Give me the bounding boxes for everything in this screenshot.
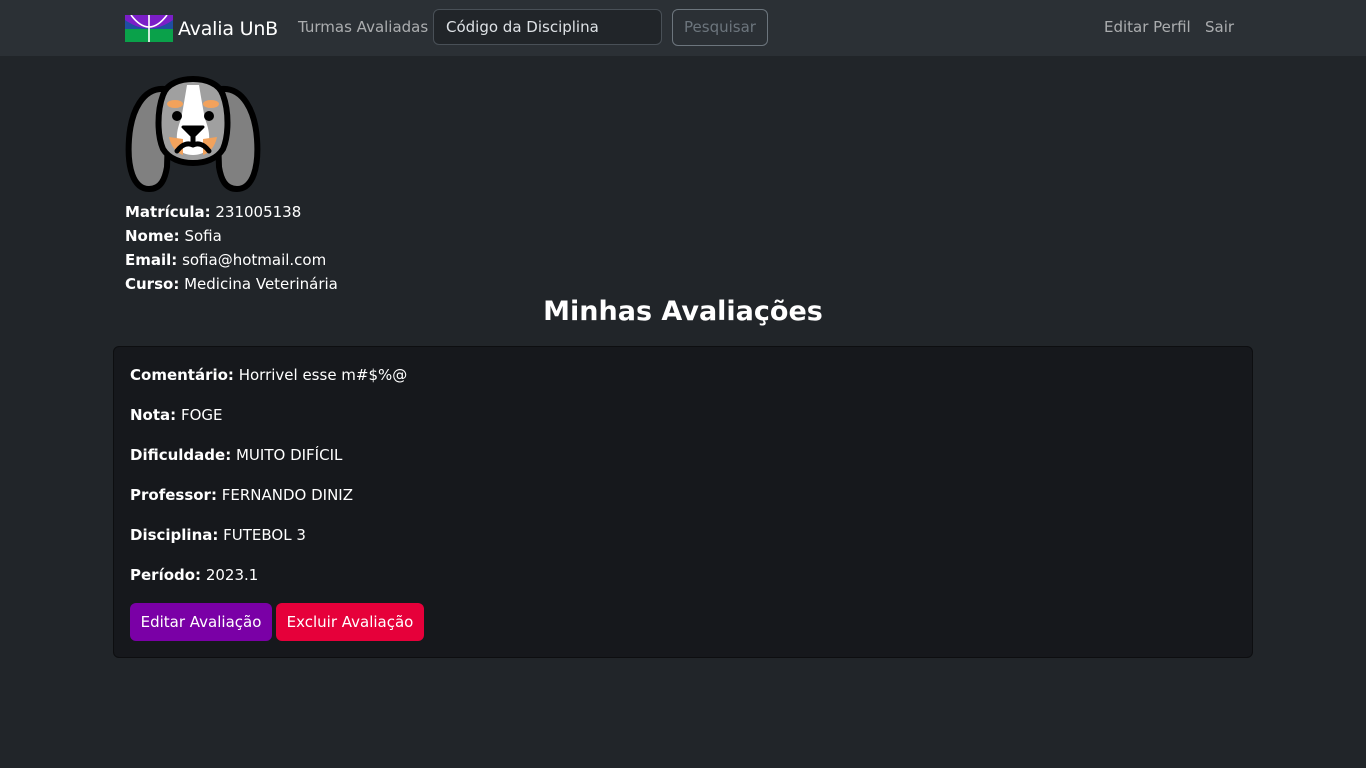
delete-review-button[interactable]: Excluir Avaliação <box>276 603 424 641</box>
review-periodo-label: Período: <box>130 566 202 584</box>
profile-nome: Nome: Sofia <box>125 226 222 246</box>
review-comentario: Comentário: Horrivel esse m#$%@ <box>130 365 407 385</box>
nav-turmas-avaliadas[interactable]: Turmas Avaliadas <box>298 18 428 37</box>
review-dificuldade: Dificuldade: MUITO DIFÍCIL <box>130 445 342 465</box>
profile-nome-label: Nome: <box>125 227 180 245</box>
profile-email-value: sofia@hotmail.com <box>182 251 327 269</box>
profile-curso: Curso: Medicina Veterinária <box>125 274 338 294</box>
review-professor: Professor: FERNANDO DINIZ <box>130 485 353 505</box>
navbar: Avalia UnB Turmas Avaliadas Código da Di… <box>0 0 1366 56</box>
review-dificuldade-label: Dificuldade: <box>130 446 232 464</box>
review-nota: Nota: FOGE <box>130 405 222 425</box>
review-professor-label: Professor: <box>130 486 217 504</box>
profile-matricula: Matrícula: 231005138 <box>125 202 301 222</box>
brand[interactable]: Avalia UnB <box>125 15 278 42</box>
nav-edit-profile[interactable]: Editar Perfil <box>1104 18 1191 37</box>
review-disciplina-label: Disciplina: <box>130 526 219 544</box>
review-dificuldade-value: MUITO DIFÍCIL <box>235 446 343 464</box>
profile-curso-value: Medicina Veterinária <box>184 275 338 293</box>
review-professor-value: FERNANDO DINIZ <box>221 486 353 504</box>
edit-review-button[interactable]: Editar Avaliação <box>130 603 272 641</box>
profile-email-label: Email: <box>125 251 178 269</box>
profile-email: Email: sofia@hotmail.com <box>125 250 326 270</box>
review-nota-label: Nota: <box>130 406 177 424</box>
profile-matricula-label: Matrícula: <box>125 203 211 221</box>
dog-avatar-icon <box>125 75 261 192</box>
review-nota-value: FOGE <box>180 406 223 424</box>
brand-title: Avalia UnB <box>178 17 278 40</box>
review-disciplina: Disciplina: FUTEBOL 3 <box>130 525 306 545</box>
review-periodo: Período: 2023.1 <box>130 565 258 585</box>
review-comentario-value: Horrivel esse m#$%@ <box>238 366 408 384</box>
review-comentario-label: Comentário: <box>130 366 234 384</box>
review-card: Comentário: Horrivel esse m#$%@ Nota: FO… <box>113 346 1253 658</box>
search-button[interactable]: Pesquisar <box>672 9 768 46</box>
profile-nome-value: Sofia <box>184 227 222 245</box>
nav-logout[interactable]: Sair <box>1205 18 1234 37</box>
profile-curso-label: Curso: <box>125 275 180 293</box>
page-title: Minhas Avaliações <box>543 296 823 327</box>
review-periodo-value: 2023.1 <box>205 566 259 584</box>
search-input[interactable]: Código da Disciplina <box>433 9 662 45</box>
profile-matricula-value: 231005138 <box>215 203 302 221</box>
unb-logo-icon <box>125 15 173 42</box>
review-disciplina-value: FUTEBOL 3 <box>223 526 306 544</box>
